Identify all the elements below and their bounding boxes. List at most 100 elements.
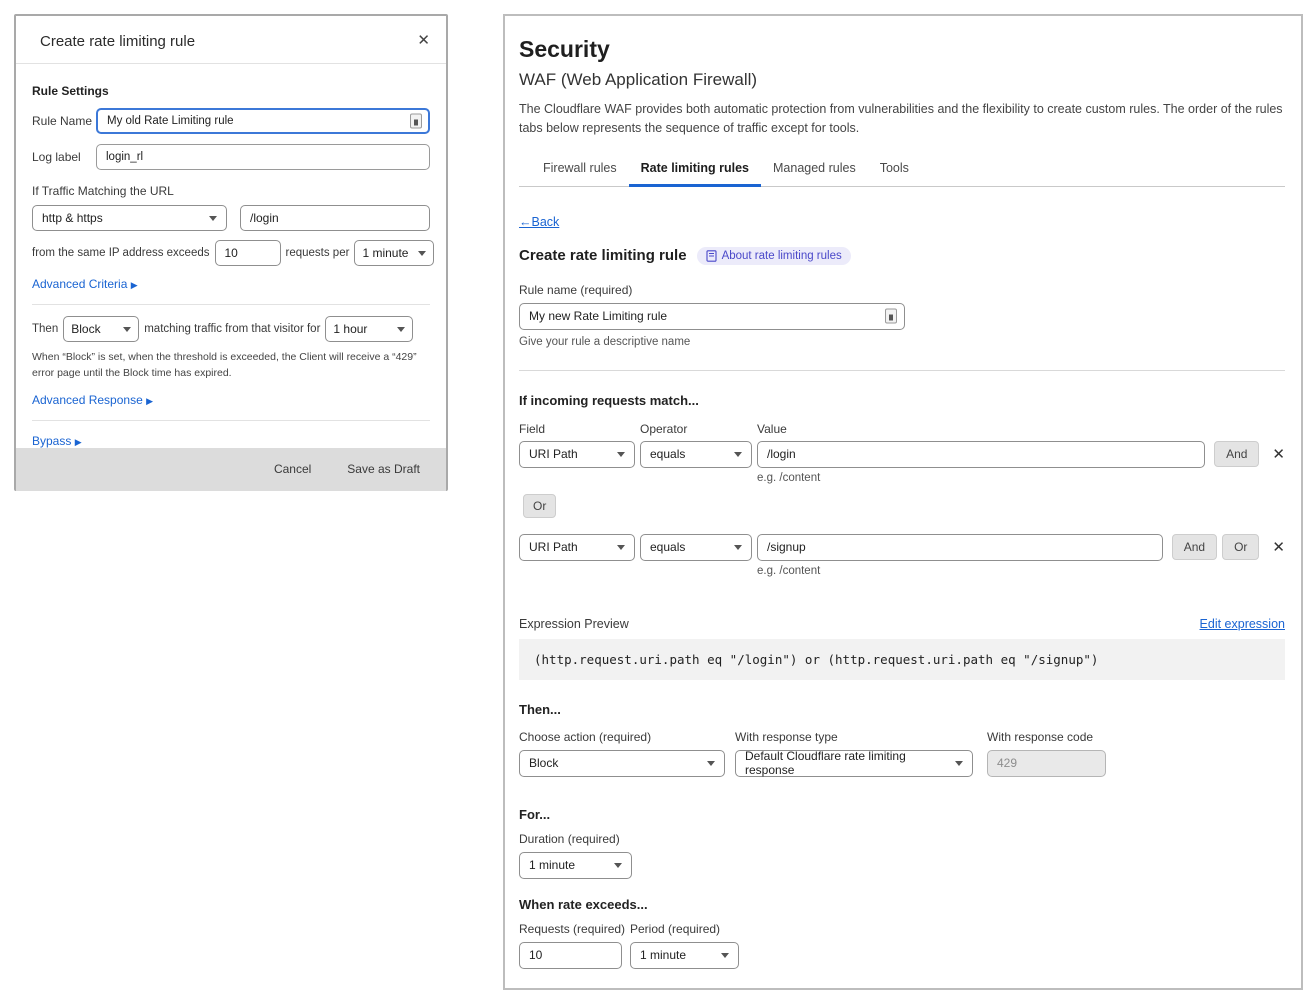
operator-select[interactable]: equals — [640, 441, 752, 468]
docs-icon — [706, 250, 717, 262]
advanced-criteria-label: Advanced Criteria — [32, 277, 127, 291]
value-hint: e.g. /content — [757, 472, 1285, 484]
response-type-select[interactable]: Default Cloudflare rate limiting respons… — [735, 750, 973, 777]
rule-name-input[interactable] — [519, 303, 905, 330]
chevron-down-icon — [617, 452, 625, 457]
tab-firewall-rules[interactable]: Firewall rules — [531, 155, 629, 187]
block-duration-value: 1 hour — [333, 322, 367, 336]
dialog-footer: Cancel Save as Draft — [16, 448, 446, 491]
remove-condition-icon[interactable]: ✕ — [1272, 447, 1285, 462]
log-label-input[interactable] — [96, 144, 430, 170]
then-controls-row: Block Default Cloudflare rate limiting r… — [519, 750, 1285, 777]
divider — [32, 304, 430, 305]
threshold-input[interactable] — [215, 240, 281, 266]
field-select[interactable]: URI Path — [519, 534, 635, 561]
field-select-value: URI Path — [529, 447, 578, 461]
cancel-button[interactable]: Cancel — [274, 462, 311, 476]
caret-right-icon: ▶ — [146, 396, 153, 406]
bypass-link[interactable]: Bypass ▶ — [32, 434, 430, 448]
about-badge-label: About rate limiting rules — [722, 250, 842, 262]
rule-name-helper: Give your rule a descriptive name — [519, 336, 1285, 348]
requests-input[interactable] — [519, 942, 622, 969]
action-select-value: Block — [71, 322, 100, 336]
operator-select[interactable]: equals — [640, 534, 752, 561]
then-heading: Then... — [519, 702, 1285, 717]
response-type-label: With response type — [735, 730, 987, 744]
value-input[interactable] — [757, 441, 1205, 468]
chevron-down-icon — [418, 251, 426, 256]
tab-managed-rules[interactable]: Managed rules — [761, 155, 868, 187]
remove-condition-icon[interactable]: ✕ — [1272, 540, 1285, 555]
dialog-body: Rule Settings Rule Name Log label If Tra… — [16, 64, 446, 448]
or-button[interactable]: Or — [523, 494, 556, 518]
divider — [32, 420, 430, 421]
autofill-icon — [410, 114, 422, 129]
then-row: Then Block matching traffic from that vi… — [32, 316, 430, 342]
chevron-down-icon — [614, 863, 622, 868]
condition-column-labels: Field Operator Value — [519, 422, 1285, 436]
threshold-prefix: from the same IP address exceeds — [32, 247, 210, 259]
dialog-header: Create rate limiting rule ✕ — [16, 16, 446, 64]
advanced-criteria-link[interactable]: Advanced Criteria ▶ — [32, 277, 430, 291]
block-duration-select[interactable]: 1 hour — [325, 316, 413, 342]
about-rate-limiting-rules-badge[interactable]: About rate limiting rules — [697, 247, 851, 265]
value-hint: e.g. /content — [757, 565, 1285, 577]
rule-name-row: Rule Name — [32, 108, 430, 134]
chevron-down-icon — [955, 761, 963, 766]
period-select-value: 1 minute — [640, 948, 686, 962]
action-select[interactable]: Block — [519, 750, 725, 777]
field-select-value: URI Path — [529, 540, 578, 554]
rate-controls-row: 1 minute — [519, 942, 1285, 969]
requests-label: Requests (required) — [519, 922, 630, 936]
and-button[interactable]: And — [1172, 534, 1217, 560]
log-label-row: Log label — [32, 144, 430, 170]
action-select-value: Block — [529, 756, 558, 770]
page-description: The Cloudflare WAF provides both automat… — [519, 100, 1285, 139]
period-label: Period (required) — [630, 922, 720, 936]
page-title: Security — [519, 36, 1285, 63]
save-as-draft-button[interactable]: Save as Draft — [347, 462, 420, 476]
chevron-down-icon — [707, 761, 715, 766]
bypass-label: Bypass — [32, 434, 71, 448]
form-title-row: Create rate limiting rule About rate lim… — [519, 247, 1285, 265]
close-icon[interactable]: ✕ — [417, 33, 430, 48]
create-rate-limiting-rule-dialog: Create rate limiting rule ✕ Rule Setting… — [14, 14, 448, 491]
edit-expression-link[interactable]: Edit expression — [1200, 617, 1285, 631]
tab-rate-limiting-rules[interactable]: Rate limiting rules — [629, 155, 761, 187]
threshold-period-select[interactable]: 1 minute — [354, 240, 434, 266]
duration-select[interactable]: 1 minute — [519, 852, 632, 879]
choose-action-label: Choose action (required) — [519, 730, 735, 744]
rule-name-input[interactable] — [96, 108, 430, 134]
and-button[interactable]: And — [1214, 441, 1259, 467]
duration-label: Duration (required) — [519, 832, 1285, 846]
action-select[interactable]: Block — [63, 316, 139, 342]
advanced-response-link[interactable]: Advanced Response ▶ — [32, 393, 430, 407]
then-column-labels: Choose action (required) With response t… — [519, 730, 1285, 744]
tab-tools[interactable]: Tools — [868, 155, 921, 187]
duration-select-value: 1 minute — [529, 858, 575, 872]
value-input[interactable] — [757, 534, 1163, 561]
chevron-down-icon — [209, 216, 217, 221]
rule-name-input-wrap — [96, 108, 430, 134]
condition-row: URI Path equals And Or ✕ — [519, 534, 1285, 561]
rate-exceeds-heading: When rate exceeds... — [519, 897, 1285, 912]
block-note: When “Block” is set, when the threshold … — [32, 350, 430, 382]
advanced-response-label: Advanced Response — [32, 393, 143, 407]
incoming-requests-heading: If incoming requests match... — [519, 393, 1285, 408]
caret-right-icon: ▶ — [131, 280, 138, 290]
rule-settings-heading: Rule Settings — [32, 84, 430, 98]
back-label: Back — [532, 215, 560, 229]
url-input[interactable] — [240, 205, 430, 231]
rule-name-label: Rule name (required) — [519, 283, 1285, 297]
field-select[interactable]: URI Path — [519, 441, 635, 468]
or-button[interactable]: Or — [1222, 534, 1259, 560]
value-column-label: Value — [757, 422, 787, 436]
period-select[interactable]: 1 minute — [630, 942, 739, 969]
operator-select-value: equals — [650, 540, 685, 554]
expression-preview-label: Expression Preview — [519, 617, 629, 631]
scheme-select[interactable]: http & https — [32, 205, 227, 231]
then-middle: matching traffic from that visitor for — [144, 323, 320, 335]
chevron-down-icon — [734, 452, 742, 457]
threshold-row: from the same IP address exceeds request… — [32, 240, 430, 266]
back-link[interactable]: ←Back — [519, 215, 559, 229]
